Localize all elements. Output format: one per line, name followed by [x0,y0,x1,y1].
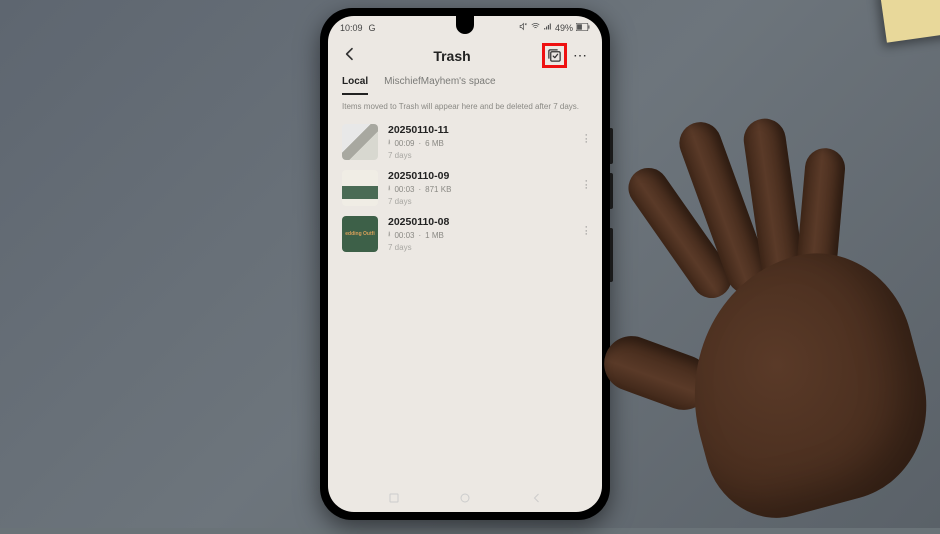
item-title: 20250110-11 [388,124,574,136]
tab-user-space[interactable]: MischiefMayhem's space [384,76,495,95]
power-button [610,228,613,282]
phone-frame: 10:09 G 49% [320,8,610,520]
mute-icon [519,22,528,33]
camera-notch [456,16,474,34]
trash-item[interactable]: 20250110-11 ⭳ 00:09 · 6 MB 7 days ··· [328,119,602,165]
phone-screen: 10:09 G 49% [328,16,602,512]
item-age: 7 days [388,151,574,160]
item-duration: 00:03 [394,185,414,194]
item-size: 871 KB [425,185,451,194]
item-more-button[interactable]: ··· [584,216,588,246]
item-duration: 00:03 [394,231,414,240]
nav-recents-button[interactable] [388,492,400,507]
page-title: Trash [362,48,542,64]
box-corner [879,0,940,43]
download-icon: ⭳ [388,184,390,195]
video-thumbnail: edding Outfi [342,216,378,252]
volume-down-button [610,173,613,209]
nav-home-button[interactable] [459,492,471,507]
item-size: 1 MB [425,231,444,240]
trash-item[interactable]: 20250110-09 ⭳ 00:03 · 871 KB 7 days ··· [328,165,602,211]
item-more-button[interactable]: ··· [584,124,588,154]
wifi-icon [531,22,540,33]
battery-text: 49% [555,23,573,33]
more-options-button[interactable]: ⋯ [569,50,592,61]
tutorial-highlight [542,43,567,68]
video-thumbnail [342,170,378,206]
item-size: 6 MB [425,139,444,148]
item-more-button[interactable]: ··· [584,170,588,200]
select-all-button[interactable] [547,48,562,63]
volume-up-button [610,128,613,164]
status-time: 10:09 [340,23,363,33]
video-thumbnail [342,124,378,160]
download-icon: ⭳ [388,230,390,241]
system-nav-bar [328,486,602,512]
trash-info-text: Items moved to Trash will appear here an… [328,95,602,119]
tab-local[interactable]: Local [342,76,368,95]
trash-item[interactable]: edding Outfi 20250110-08 ⭳ 00:03 · 1 MB … [328,211,602,257]
page-header: Trash ⋯ [328,35,602,72]
item-duration: 00:09 [394,139,414,148]
download-icon: ⭳ [388,138,390,149]
battery-icon [576,23,590,33]
item-title: 20250110-09 [388,170,574,182]
nav-back-button[interactable] [531,492,543,507]
back-button[interactable] [338,44,362,67]
tabs-bar: Local MischiefMayhem's space [328,72,602,95]
item-age: 7 days [388,197,574,206]
item-age: 7 days [388,243,574,252]
item-title: 20250110-08 [388,216,574,228]
status-extra: G [369,23,376,33]
signal-icon [543,22,552,33]
